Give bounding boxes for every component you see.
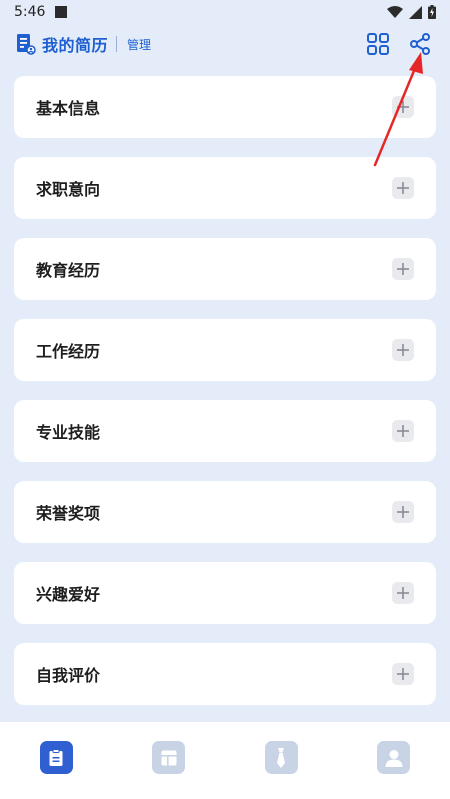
app-header: 我的简历 管理 bbox=[0, 24, 450, 64]
tie-icon bbox=[277, 747, 286, 768]
section-title: 兴趣爱好 bbox=[36, 585, 101, 604]
wifi-icon bbox=[387, 6, 403, 18]
section-title: 教育经历 bbox=[36, 261, 101, 280]
section-card-job-intention[interactable]: 求职意向 bbox=[14, 157, 436, 219]
add-section-button[interactable] bbox=[392, 501, 414, 523]
section-card-self-evaluation[interactable]: 自我评价 bbox=[14, 643, 436, 705]
section-card-education[interactable]: 教育经历 bbox=[14, 238, 436, 300]
add-section-button[interactable] bbox=[392, 420, 414, 442]
plus-icon bbox=[397, 668, 409, 680]
add-section-button[interactable] bbox=[392, 177, 414, 199]
template-icon bbox=[161, 750, 177, 765]
header-actions bbox=[364, 30, 434, 58]
status-right bbox=[387, 5, 436, 19]
page-title: 我的简历 bbox=[42, 36, 109, 55]
header-divider bbox=[116, 36, 118, 52]
section-card-basic-info[interactable]: 基本信息 bbox=[14, 76, 436, 138]
section-title: 自我评价 bbox=[36, 666, 101, 685]
section-card-hobbies[interactable]: 兴趣爱好 bbox=[14, 562, 436, 624]
add-section-button[interactable] bbox=[392, 582, 414, 604]
share-button[interactable] bbox=[406, 30, 434, 58]
nav-item-template[interactable] bbox=[152, 741, 186, 774]
plus-icon bbox=[397, 263, 409, 275]
status-time: 5:46 bbox=[14, 4, 46, 20]
status-bar: 5:46 bbox=[0, 0, 450, 24]
plus-icon bbox=[397, 182, 409, 194]
plus-icon bbox=[397, 425, 409, 437]
share-icon bbox=[410, 33, 430, 55]
add-section-button[interactable] bbox=[392, 339, 414, 361]
plus-icon bbox=[397, 506, 409, 518]
section-card-honors[interactable]: 荣誉奖项 bbox=[14, 481, 436, 543]
add-section-button[interactable] bbox=[392, 96, 414, 118]
section-title: 求职意向 bbox=[36, 180, 101, 199]
bottom-nav bbox=[0, 722, 450, 799]
nav-item-jobs[interactable] bbox=[264, 741, 298, 774]
user-icon bbox=[385, 749, 403, 767]
plus-icon bbox=[397, 101, 409, 113]
resume-doc-icon bbox=[17, 34, 36, 55]
section-title: 荣誉奖项 bbox=[36, 504, 101, 523]
header-title-group: 我的简历 管理 bbox=[16, 32, 151, 56]
plus-icon bbox=[397, 587, 409, 599]
section-title: 基本信息 bbox=[36, 99, 101, 118]
section-card-skills[interactable]: 专业技能 bbox=[14, 400, 436, 462]
nav-item-resume[interactable] bbox=[39, 741, 73, 774]
add-section-button[interactable] bbox=[392, 663, 414, 685]
manage-link[interactable]: 管理 bbox=[127, 36, 151, 53]
section-card-work-experience[interactable]: 工作经历 bbox=[14, 319, 436, 381]
add-section-button[interactable] bbox=[392, 258, 414, 280]
plus-icon bbox=[397, 344, 409, 356]
resume-section-list: 基本信息 求职意向 教育经历 工作经历 专业技能 荣誉奖项 兴趣爱好 自我评价 bbox=[14, 76, 436, 724]
grid-button[interactable] bbox=[364, 30, 392, 58]
battery-charging-icon bbox=[428, 5, 436, 19]
resume-icon bbox=[49, 748, 63, 766]
section-title: 专业技能 bbox=[36, 423, 101, 442]
signal-icon bbox=[409, 5, 422, 19]
stop-square-icon bbox=[55, 6, 68, 18]
grid-icon bbox=[367, 33, 389, 55]
section-title: 工作经历 bbox=[36, 342, 101, 361]
nav-item-profile[interactable] bbox=[377, 741, 411, 774]
status-left: 5:46 bbox=[14, 4, 68, 20]
